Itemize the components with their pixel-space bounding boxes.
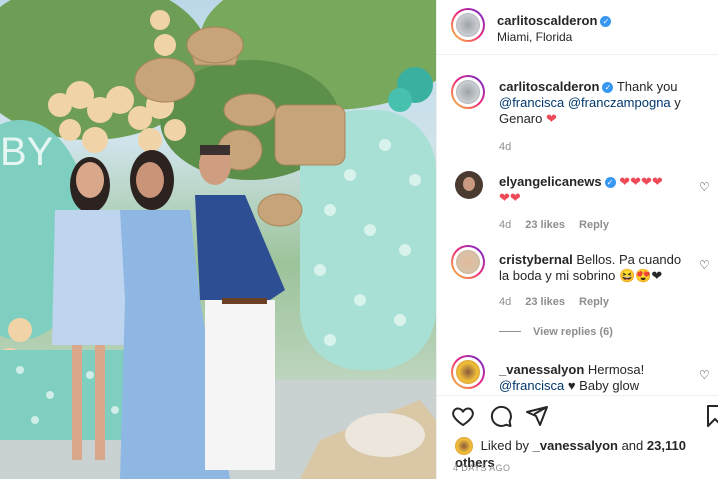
save-bookmark-icon[interactable] — [703, 404, 718, 428]
commenter-username[interactable]: elyangelicanews — [499, 174, 602, 189]
comment-likes[interactable]: 23 likes — [525, 219, 565, 231]
svg-text:BY: BY — [0, 130, 53, 174]
caption-meta: 4d — [499, 141, 525, 153]
caption-and: y — [674, 95, 681, 110]
liker-username[interactable]: _vanessalyon — [533, 438, 618, 453]
reply-button[interactable]: Reply — [579, 219, 609, 231]
likes-prefix: Liked by — [480, 438, 530, 453]
liker-avatar[interactable] — [455, 437, 473, 455]
mention-link[interactable]: @francisca — [499, 95, 564, 110]
commenter-username[interactable]: cristybernal — [499, 252, 573, 267]
post-header: carlitoscalderon ✓ Miami, Florida — [437, 0, 718, 55]
commenter-username[interactable]: _vanessalyon — [499, 362, 584, 377]
commenter-avatar[interactable] — [455, 171, 483, 199]
action-bar — [437, 395, 718, 436]
post-side-panel: carlitoscalderon ✓ Miami, Florida carlito… — [436, 0, 718, 479]
view-replies-label: View replies (6) — [533, 326, 613, 338]
reply-button[interactable]: Reply — [579, 296, 609, 308]
comment-likes[interactable]: 23 likes — [525, 296, 565, 308]
post-photo[interactable]: BY — [0, 0, 436, 479]
comment-like-heart-icon[interactable]: ♡ — [699, 259, 711, 271]
view-replies-button[interactable]: View replies (6) — [499, 326, 613, 338]
comment-time[interactable]: 4d — [499, 219, 511, 231]
caption-username[interactable]: carlitoscalderon — [499, 79, 599, 94]
author-avatar[interactable] — [451, 8, 485, 42]
author-username[interactable]: carlitoscalderon — [497, 13, 597, 28]
comment-body-2: ♥ Baby glow — [567, 378, 640, 393]
caption-time[interactable]: 4d — [499, 141, 511, 153]
commenter-avatar[interactable] — [451, 355, 485, 389]
comment-body: Hermosa! — [587, 362, 645, 377]
comment-like-heart-icon[interactable]: ♡ — [699, 181, 711, 193]
verified-badge-icon: ✓ — [602, 82, 614, 93]
like-heart-icon[interactable] — [451, 404, 475, 428]
comment-icon[interactable] — [489, 404, 513, 428]
caption-text: carlitoscalderon ✓ Thank you @francisca @… — [499, 79, 689, 127]
caption-avatar[interactable] — [451, 75, 485, 109]
mention-link[interactable]: @franczampogna — [568, 95, 671, 110]
comment-meta: 4d 23 likes Reply — [499, 296, 623, 308]
comment-text: elyangelicanews ✓ ❤❤❤❤ ❤❤ — [499, 174, 689, 206]
post-timestamp[interactable]: 4 DAYS AGO — [453, 463, 510, 473]
caption-thank: Thank you — [616, 79, 678, 94]
comment-like-heart-icon[interactable]: ♡ — [699, 369, 711, 381]
comment-text: cristybernal Bellos. Pa cuando la boda y… — [499, 252, 689, 284]
share-paper-plane-icon[interactable] — [525, 404, 549, 428]
heart-emoji: ❤ — [546, 111, 557, 126]
comment-time[interactable]: 4d — [499, 296, 511, 308]
comments-list[interactable]: carlitoscalderon ✓ Thank you @francisca @… — [437, 55, 718, 395]
mention-link[interactable]: @francisca — [499, 378, 564, 393]
post-image: BY — [0, 0, 436, 479]
commenter-avatar[interactable] — [451, 245, 485, 279]
comment-meta: 4d 23 likes Reply — [499, 219, 623, 231]
post-location[interactable]: Miami, Florida — [497, 30, 572, 44]
verified-badge-icon: ✓ — [600, 16, 612, 27]
likes-and: and — [621, 438, 644, 453]
caption-genaro: Genaro — [499, 111, 543, 126]
comment-text: _vanessalyon Hermosa! @francisca ♥ Baby … — [499, 362, 689, 394]
replies-divider — [499, 331, 521, 332]
verified-badge-icon: ✓ — [604, 177, 616, 188]
